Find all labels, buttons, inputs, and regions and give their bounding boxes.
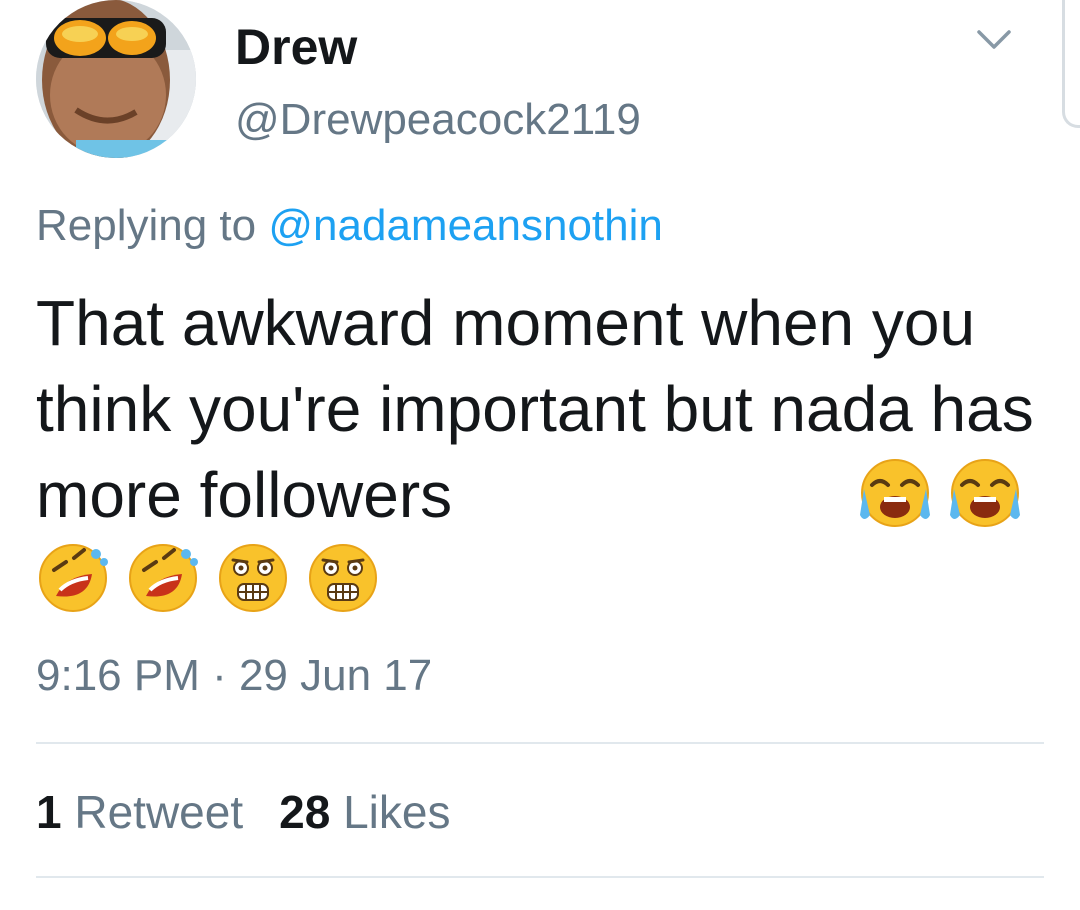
likes-stat[interactable]: 28 Likes [279, 786, 450, 838]
grimacing-face-icon [309, 544, 377, 612]
emoji-group-inline [858, 455, 1022, 529]
replying-to: Replying to @nadameansnothin [36, 196, 663, 256]
user-handle[interactable]: @Drewpeacock2119 [235, 90, 641, 150]
likes-label: Likes [343, 786, 451, 838]
retweets-label: Retweet [74, 786, 244, 838]
scrollbar[interactable] [1062, 0, 1080, 128]
chevron-down-icon[interactable] [976, 28, 1012, 52]
retweets-stat[interactable]: 1 Retweet [36, 786, 243, 838]
rolling-on-floor-laughing-icon [129, 544, 198, 612]
emoji-group [36, 540, 380, 616]
avatar-photo [36, 0, 196, 158]
grimacing-face-icon [219, 544, 287, 612]
loudly-crying-face-icon [860, 459, 930, 527]
likes-count: 28 [279, 786, 331, 838]
loudly-crying-face-icon [950, 459, 1020, 527]
reply-mention-link[interactable]: @nadameansnothin [268, 201, 663, 250]
rolling-on-floor-laughing-icon [39, 544, 108, 612]
avatar[interactable] [36, 0, 196, 158]
divider [36, 876, 1044, 878]
retweets-count: 1 [36, 786, 62, 838]
tweet-stats: 1 Retweet 28 Likes [36, 782, 450, 842]
replying-to-label: Replying to [36, 201, 257, 250]
display-name[interactable]: Drew [235, 14, 357, 80]
divider [36, 742, 1044, 744]
tweet-timestamp: 9:16 PM · 29 Jun 17 [36, 651, 433, 700]
